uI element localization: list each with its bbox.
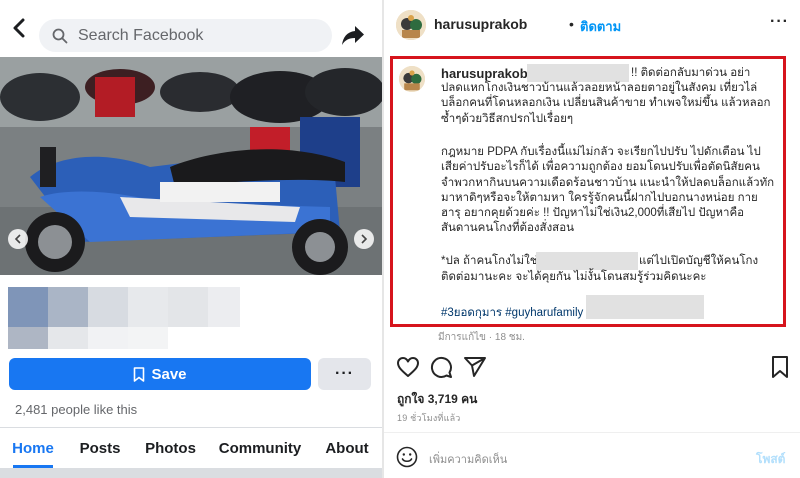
caption-paragraph-3-suffix: แต่ไปเปิดบัญชีให้คนโกง xyxy=(639,255,759,267)
caption-first-line: !! ติดต่อกลับมาด่วน อย่า xyxy=(631,67,751,79)
page-tabs: Home Posts Photos Community About xyxy=(0,428,382,468)
comment-icon xyxy=(430,356,452,378)
caption-paragraph-1: ปลดแหกโกงเงินชาวบ้านแล้วลอยหน้าลอยตาอยู่… xyxy=(441,82,771,125)
tab-photos[interactable]: Photos xyxy=(145,428,196,468)
more-menu-button[interactable]: ··· xyxy=(770,13,789,31)
caption-paragraph-2: กฎหมาย PDPA กับเรื่องนี้แม่ไม่กลัว จะเรี… xyxy=(441,146,775,235)
divider xyxy=(384,432,800,433)
chevron-left-icon xyxy=(13,18,25,38)
chevron-left-icon xyxy=(14,234,21,244)
hashtags[interactable]: #3ยอดกุมาร #guyharufamily xyxy=(441,304,583,322)
tab-home[interactable]: Home xyxy=(12,428,54,468)
bookmark-icon xyxy=(772,356,788,378)
avatar-image xyxy=(399,66,425,92)
redacted-tag xyxy=(586,295,704,319)
username[interactable]: harusuprakob xyxy=(434,16,527,32)
share-arrow-icon xyxy=(342,26,364,45)
search-icon xyxy=(52,28,68,43)
tab-posts[interactable]: Posts xyxy=(80,428,121,468)
chevron-right-icon xyxy=(361,234,368,244)
follow-button[interactable]: ติดตาม xyxy=(580,16,621,37)
save-button[interactable]: Save xyxy=(9,358,311,390)
tab-about[interactable]: About xyxy=(325,428,368,468)
edited-timestamp: มีการแก้ไข · 18 ชม. xyxy=(438,332,525,343)
avatar-image xyxy=(396,10,426,40)
post-comment-button[interactable]: โพสต์ xyxy=(756,450,785,469)
likes-count[interactable]: ถูกใจ 3,719 คน xyxy=(397,390,477,409)
comment-input[interactable]: เพิ่มความคิดเห็น xyxy=(429,450,507,468)
post-header: harusuprakob • ติดตาม ··· xyxy=(384,0,800,48)
bottom-gray-band xyxy=(0,468,382,478)
redacted-name xyxy=(527,64,629,82)
motorcycles-image xyxy=(0,57,382,275)
search-bar[interactable]: Search Facebook xyxy=(39,19,332,52)
facebook-top-bar: Search Facebook xyxy=(0,0,382,56)
facebook-page-panel: Search Facebook Save ··· 2,481 people li… xyxy=(0,0,382,478)
post-photo[interactable] xyxy=(0,57,382,275)
caption-highlight-box: harusuprakob !! ติดต่อกลับมาด่วน อย่า ปล… xyxy=(390,56,786,327)
share-button[interactable] xyxy=(340,22,366,48)
more-options-button[interactable]: ··· xyxy=(318,358,371,390)
caption-avatar[interactable] xyxy=(399,66,425,92)
smiley-icon xyxy=(396,446,418,468)
like-button[interactable] xyxy=(396,355,420,379)
caption-paragraph-3-rest: ติดต่อมานะคะ จะได้คุยกัน ไม่งั้นโดนสมรู้… xyxy=(441,271,707,283)
emoji-button[interactable] xyxy=(396,446,418,468)
carousel-next-button[interactable] xyxy=(354,229,374,249)
redacted-page-info xyxy=(8,287,240,349)
save-post-button[interactable] xyxy=(770,355,794,379)
carousel-prev-button[interactable] xyxy=(8,229,28,249)
page-likes-count: 2,481 people like this xyxy=(15,402,138,417)
caption-username[interactable]: harusuprakob xyxy=(441,66,528,81)
heart-icon xyxy=(397,357,419,377)
share-button[interactable] xyxy=(463,355,487,379)
tab-community[interactable]: Community xyxy=(219,428,302,468)
comment-button[interactable] xyxy=(429,355,453,379)
back-button[interactable] xyxy=(8,17,30,39)
search-placeholder: Search Facebook xyxy=(78,26,204,44)
instagram-post-panel: harusuprakob • ติดตาม ··· harusuprakob !… xyxy=(384,0,800,478)
separator-dot: • xyxy=(569,16,574,32)
bookmark-icon xyxy=(134,366,145,382)
send-icon xyxy=(464,357,486,377)
avatar[interactable] xyxy=(396,10,426,40)
caption-paragraph-3-prefix: *ปล ถ้าคนโกงไม่ใช่ xyxy=(441,255,538,267)
redacted-name xyxy=(536,252,638,270)
post-actions-bar xyxy=(384,352,800,382)
save-button-label: Save xyxy=(151,365,187,383)
post-time: 19 ชั่วโมงที่แล้ว xyxy=(397,413,461,423)
